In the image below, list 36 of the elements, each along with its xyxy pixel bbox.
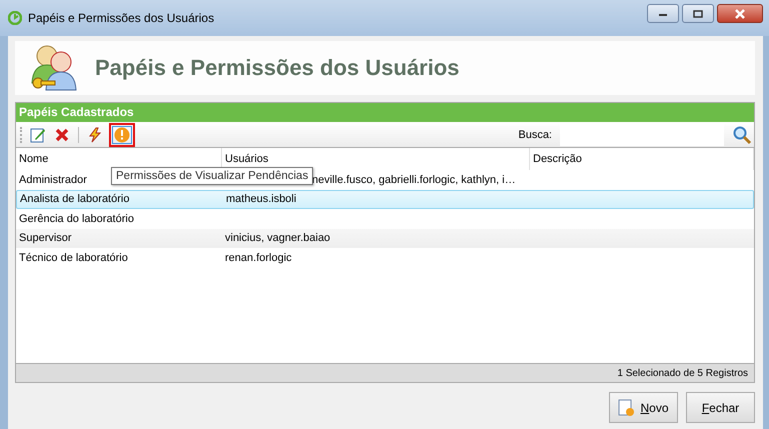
tooltip: Permissões de Visualizar Pendências (111, 167, 314, 185)
column-header[interactable]: Nome (19, 153, 48, 165)
minimize-button[interactable] (647, 4, 679, 23)
table-cell: matheus.isboli (226, 193, 296, 206)
table-cell[interactable]: Administrador (19, 174, 87, 186)
page-title: Papéis e Permissões dos Usuários (95, 55, 460, 81)
toolbar-button[interactable] (109, 122, 135, 146)
delete-icon (54, 126, 70, 142)
table-cell: vinicius, vagner.baiao (225, 232, 330, 244)
table-row[interactable]: Supervisor vinicius, vagner.baiao (16, 228, 754, 248)
table-cell: Supervisor (19, 232, 72, 244)
warning-icon (114, 126, 130, 142)
close-window-button[interactable]: Fechar (686, 392, 755, 423)
table-cell: renan.forlogic (225, 252, 292, 264)
maximize-button[interactable] (682, 4, 714, 23)
new-document-icon (618, 398, 634, 416)
maximize-icon (693, 10, 703, 18)
app-icon (8, 11, 22, 25)
edit-icon (30, 126, 46, 142)
column-header[interactable]: Usuários (225, 153, 268, 165)
table-cell: neville.fusco, gabrielli.forlogic, kathlyn, i… (312, 174, 516, 186)
lightning-icon (88, 126, 102, 142)
search-icon[interactable] (732, 124, 752, 144)
new-button[interactable]: Novo (609, 392, 678, 423)
window-title: Papéis e Permissões dos Usuários (28, 11, 216, 25)
status-text: 1 Selecionado de 5 Registros (617, 368, 748, 378)
close-icon (734, 8, 746, 18)
table-cell: Analista de laboratório (20, 193, 130, 206)
table-cell[interactable]: Técnico de laboratório (19, 252, 128, 264)
table-cell[interactable]: Gerência do laboratório (19, 212, 134, 225)
panel-title: Papéis Cadastrados (16, 103, 754, 122)
column-header[interactable]: Descrição (533, 153, 582, 165)
search-label: Busca: (518, 128, 552, 140)
table-row[interactable]: Analista de laboratório matheus.isboli (16, 190, 754, 209)
search-field[interactable] (560, 124, 724, 146)
close-button[interactable] (717, 4, 763, 23)
